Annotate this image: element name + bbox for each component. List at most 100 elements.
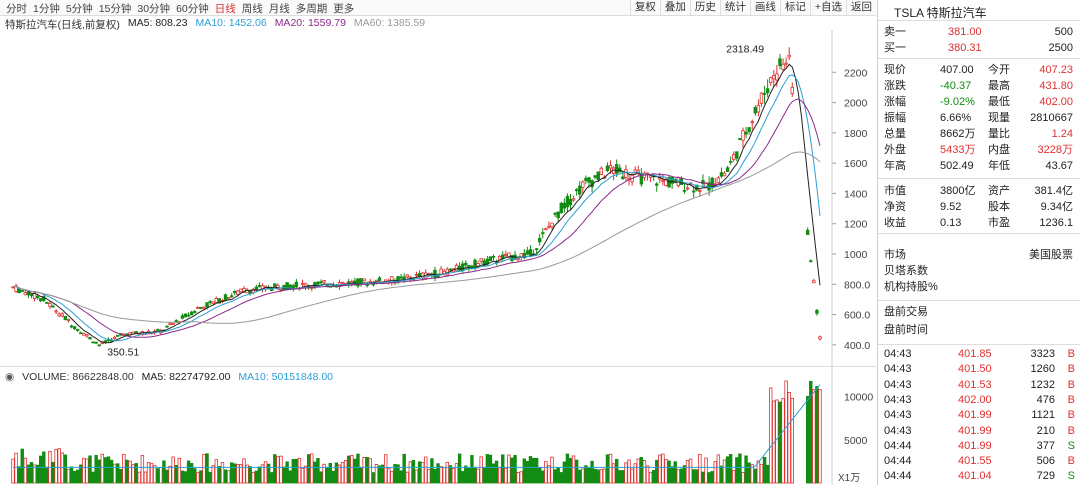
candle-body — [405, 274, 409, 278]
quote-cell: 市盈 — [988, 217, 1010, 229]
period-tab[interactable]: 周线 — [242, 1, 263, 16]
tool-button[interactable]: 复权 — [629, 0, 660, 15]
quote-cell: 8662万 — [940, 128, 976, 140]
candle-body — [29, 293, 34, 297]
volume-bar — [72, 471, 77, 484]
volume-bar — [728, 454, 733, 484]
period-tab[interactable]: 60分钟 — [176, 1, 209, 16]
tool-button[interactable]: +自选 — [809, 0, 846, 15]
kline-chart[interactable]: 400.0 600.0 800.0 1000 1200 1400 1600 1800 2000 2… — [0, 30, 876, 485]
quote-cell: 量比 — [988, 128, 1010, 140]
candle-body — [759, 92, 764, 104]
volume-bar — [171, 456, 175, 484]
tool-button[interactable]: 返回 — [846, 0, 876, 15]
tool-button[interactable]: 标记 — [779, 0, 810, 15]
quote-cell: 402.00 — [1039, 96, 1073, 108]
volume-bar — [664, 458, 668, 484]
volume-bar — [23, 457, 28, 484]
quote-cell: 381.4亿 — [1034, 185, 1073, 197]
period-tab[interactable]: 30分钟 — [137, 1, 170, 16]
volume-bar — [765, 464, 770, 484]
candle-body — [547, 225, 551, 228]
volume-bar — [383, 454, 388, 484]
volume-bar — [414, 469, 419, 484]
volume-bar — [119, 469, 123, 484]
volume-bar — [300, 467, 305, 484]
volume-bar — [340, 462, 345, 484]
period-tab[interactable]: 分时 — [6, 1, 27, 16]
candle-body — [685, 187, 690, 190]
volume-bar — [762, 456, 767, 484]
volume-bar — [753, 468, 758, 484]
volume-bar — [149, 462, 154, 484]
volume-bar — [732, 470, 736, 484]
tool-button[interactable]: 画线 — [749, 0, 780, 15]
tool-button[interactable]: 历史 — [689, 0, 720, 15]
candle-body — [439, 268, 443, 275]
period-tab[interactable]: 更多 — [333, 1, 354, 16]
quote-cell: 407.00 — [940, 64, 974, 76]
tick-row: 04:44 401.04 729 S — [878, 468, 1080, 484]
tick-row: 04:43 402.00 476 B — [878, 392, 1080, 408]
quote-cell: 43.67 — [1045, 160, 1073, 172]
volume-bar — [251, 471, 255, 484]
volume-bar — [491, 463, 496, 484]
volume-bar — [707, 472, 711, 484]
candle-body — [741, 130, 745, 141]
quote-cell: 401.99 — [958, 424, 992, 437]
candle-body — [544, 228, 548, 231]
volume-bar — [488, 454, 493, 484]
period-tab[interactable]: 月线 — [269, 1, 290, 16]
candle-body — [581, 181, 585, 188]
volume-bar — [679, 468, 684, 484]
volume-bar — [528, 456, 533, 484]
volume-bar — [159, 466, 163, 484]
candle-body — [470, 265, 474, 268]
period-tab[interactable]: 5分钟 — [66, 1, 93, 16]
volume-bar — [350, 455, 354, 484]
volume-bar — [504, 467, 508, 484]
volume-bar — [454, 463, 459, 484]
volume-bar — [695, 469, 699, 484]
volume-bar — [639, 457, 644, 484]
volume-bar — [14, 452, 18, 484]
candle-body — [670, 176, 674, 184]
period-tab[interactable]: 多周期 — [296, 1, 328, 16]
volume-bar — [316, 457, 320, 484]
legend-volume: VOLUME: 86622848.00 — [22, 371, 134, 383]
volume-bar — [94, 455, 98, 484]
volume-bar — [553, 469, 557, 484]
volume-legend: ◉ VOLUME: 86622848.00 MA5: 82274792.00 M… — [5, 371, 333, 383]
candle-body — [390, 276, 394, 284]
volume-bar — [608, 453, 613, 484]
tool-button[interactable]: 叠加 — [659, 0, 690, 15]
volume-bar — [390, 470, 394, 484]
period-tab[interactable]: 1分钟 — [33, 1, 60, 16]
volume-bar — [303, 465, 308, 484]
quote-cell: 500 — [1054, 26, 1073, 38]
quote-cell: S — [1067, 470, 1075, 483]
volume-bar — [424, 456, 428, 484]
volume-bar — [39, 455, 43, 484]
candle-body — [72, 326, 77, 330]
fund-row: 净资 9.52 股本 9.34亿 — [878, 199, 1080, 215]
quote-cell: 380.31 — [948, 42, 982, 54]
quote-cell: 涨幅 — [884, 96, 906, 108]
tool-button[interactable]: 统计 — [719, 0, 750, 15]
candle-body — [756, 104, 761, 113]
quote-cell: 最低 — [988, 96, 1010, 108]
volume-bar — [439, 466, 443, 484]
price-tick-label: 1800 — [844, 128, 868, 140]
candle-body — [112, 336, 117, 340]
candle-body — [682, 189, 687, 192]
volume-bar — [587, 467, 591, 484]
candle-body — [226, 297, 231, 300]
volume-bar — [122, 453, 126, 484]
period-tab[interactable]: 15分钟 — [99, 1, 132, 16]
volume-bar — [778, 401, 782, 484]
volume-bar — [633, 463, 637, 484]
quote-cell: B — [1067, 393, 1075, 406]
candle-body — [186, 314, 191, 317]
candle-body — [236, 290, 240, 295]
period-tab[interactable]: 日线 — [215, 1, 236, 16]
